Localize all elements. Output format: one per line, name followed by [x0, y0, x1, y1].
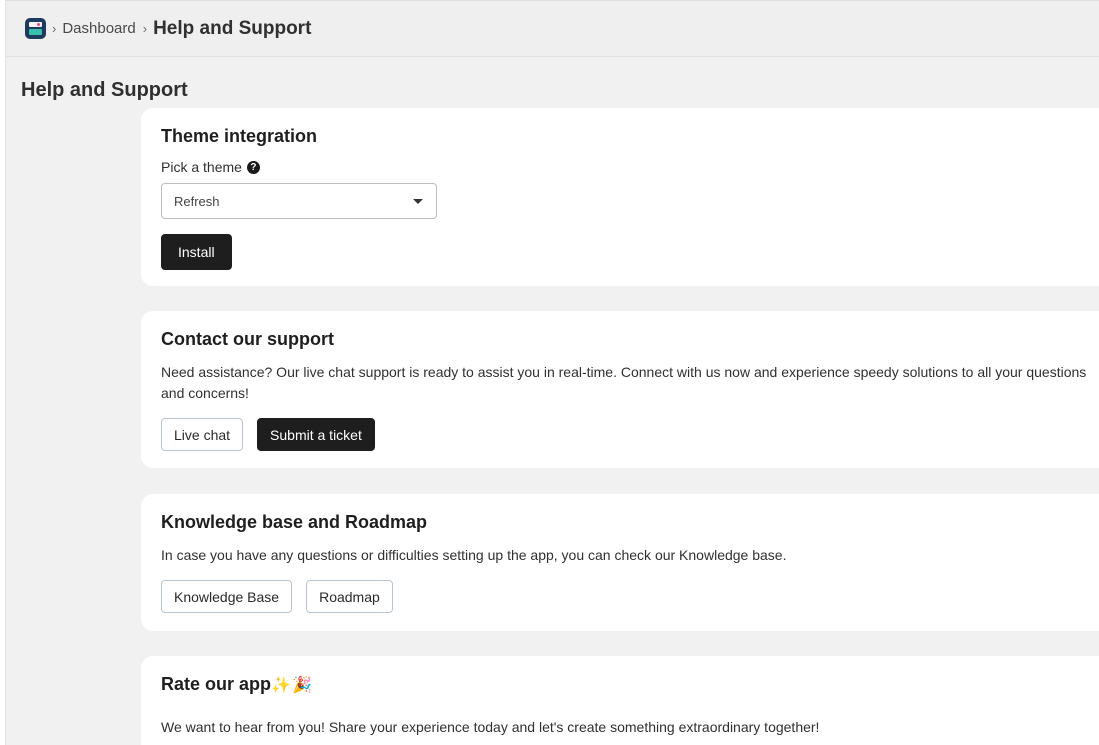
breadcrumb-dashboard-link[interactable]: Dashboard	[62, 20, 135, 37]
contact-support-card: Contact our support Need assistance? Our…	[141, 311, 1099, 468]
rate-app-card: Rate our app✨🎉 We want to hear from you!…	[141, 656, 1099, 745]
roadmap-button[interactable]: Roadmap	[306, 580, 393, 613]
knowledge-base-button[interactable]: Knowledge Base	[161, 580, 293, 613]
breadcrumb-separator: ›	[142, 21, 148, 36]
question-icon[interactable]: ?	[246, 160, 260, 174]
theme-card-title: Theme integration	[161, 126, 318, 146]
kb-card-title: Knowledge base and Roadmap	[161, 512, 428, 532]
knowledge-base-card: Knowledge base and Roadmap In case you h…	[141, 494, 1099, 631]
rate-card-text: We want to hear from you! Share your exp…	[161, 719, 820, 735]
theme-field-label: Pick a theme ?	[161, 159, 1091, 175]
live-chat-button[interactable]: Live chat	[161, 418, 244, 451]
theme-select[interactable]: Refresh	[161, 183, 437, 219]
theme-select-value: Refresh	[174, 193, 220, 209]
contact-actions: Live chat Submit a ticket	[161, 418, 1091, 451]
breadcrumb-separator: ›	[52, 21, 57, 36]
theme-label-text: Pick a theme	[161, 159, 242, 175]
contact-card-text: Need assistance? Our live chat support i…	[161, 364, 1087, 401]
kb-card-text: In case you have any questions or diffic…	[161, 547, 787, 563]
sparkles-party-icon: ✨🎉	[271, 677, 313, 694]
left-edge	[0, 0, 6, 745]
rate-card-title-text: Rate our app	[161, 674, 272, 694]
app-logo-icon[interactable]	[25, 18, 46, 39]
rate-card-title: Rate our app✨🎉	[161, 674, 1091, 695]
top-bar: › Dashboard › Help and Support	[6, 0, 1099, 57]
submit-ticket-button[interactable]: Submit a ticket	[257, 418, 375, 451]
contact-card-title: Contact our support	[161, 329, 334, 349]
breadcrumb-current: Help and Support	[153, 17, 312, 39]
caret-down-icon	[413, 198, 423, 204]
install-button[interactable]: Install	[161, 234, 232, 270]
kb-actions: Knowledge Base Roadmap	[161, 580, 1091, 613]
page-title: Help and Support	[21, 79, 188, 101]
theme-integration-card: Theme integration Pick a theme ? Refresh…	[141, 108, 1099, 286]
